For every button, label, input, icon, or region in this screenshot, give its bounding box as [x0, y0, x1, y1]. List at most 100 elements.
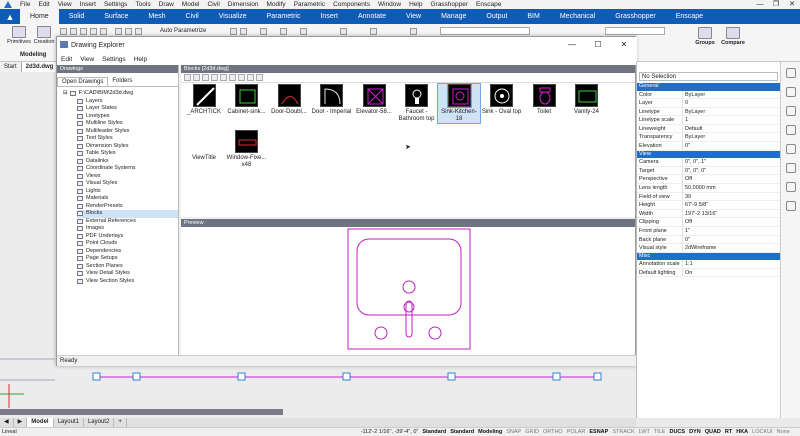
tree-item[interactable]: Views [77, 173, 178, 181]
menu-view[interactable]: View [54, 0, 76, 9]
block-thumbnail[interactable]: Faucet - Bathroom top [396, 84, 438, 123]
property-value[interactable]: 197'-2 13/16" [683, 210, 717, 218]
nav-next-icon[interactable]: ▶ [14, 418, 28, 427]
menu-civil[interactable]: Civil [204, 0, 224, 9]
details-icon[interactable] [256, 74, 263, 81]
menu-dimension[interactable]: Dimension [224, 0, 263, 9]
status-toggle[interactable]: ESNAP [587, 429, 610, 435]
tab-layout2[interactable]: Layout2 [84, 418, 115, 427]
tree-item[interactable]: Blocks [77, 210, 178, 218]
close-icon[interactable]: ✕ [784, 0, 800, 9]
property-value[interactable]: Default [683, 125, 702, 133]
property-row[interactable]: Perspective Off [637, 175, 780, 184]
block-thumbnail[interactable]: _ARCHTICK [183, 84, 225, 116]
tree-item[interactable]: Multileader Styles [77, 128, 178, 136]
status-toggle[interactable]: LOCKUI [750, 429, 774, 435]
block-thumbnail[interactable]: Vanity-24 [566, 84, 608, 116]
tree-item[interactable]: Text Styles [77, 135, 178, 143]
ribbon-tool-icon[interactable] [230, 28, 237, 35]
nav-first-icon[interactable]: ◀ [0, 418, 14, 427]
menu-window[interactable]: Window [374, 0, 405, 9]
ribbon-tool-icon[interactable] [60, 28, 67, 35]
property-value[interactable]: 0", 0", 1" [683, 158, 706, 166]
property-row[interactable]: Clipping Off [637, 218, 780, 227]
property-row[interactable]: Transparency ByLayer [637, 133, 780, 143]
close-icon[interactable]: ✕ [611, 37, 637, 53]
block-thumbnail[interactable]: Cabinet-sink... [226, 84, 268, 116]
tab-annotate[interactable]: Annotate [348, 9, 396, 24]
property-row[interactable]: Default lighting On [637, 268, 780, 278]
menu-grasshopper[interactable]: Grasshopper [426, 0, 472, 9]
copy-icon[interactable] [202, 74, 209, 81]
property-row[interactable]: Field of view 39 [637, 192, 780, 202]
property-value[interactable]: ByLayer [683, 91, 705, 99]
property-value[interactable]: Off [683, 218, 692, 226]
tab-start[interactable]: Start [0, 62, 22, 72]
paste-icon[interactable] [211, 74, 218, 81]
menu-help[interactable]: Help [405, 0, 426, 9]
tree-item[interactable]: Page Setups [77, 255, 178, 263]
tab-mechanical[interactable]: Mechanical [550, 9, 605, 24]
tab-model[interactable]: Model [27, 418, 54, 427]
block-thumbnail[interactable]: Toilet [523, 84, 565, 116]
ribbon-tool-icon[interactable] [280, 28, 287, 35]
library-icon[interactable] [785, 106, 796, 116]
block-thumbnail[interactable]: Elevator-58... [353, 84, 395, 116]
status-toggle[interactable]: GRID [523, 429, 541, 435]
tree-item[interactable]: Datalinks [77, 158, 178, 166]
tab-grasshopper[interactable]: Grasshopper [605, 9, 665, 24]
status-toggle[interactable]: POLAR [565, 429, 588, 435]
explorer-menu-edit[interactable]: Edit [57, 56, 76, 63]
tab-civil[interactable]: Civil [176, 9, 209, 24]
primitives-button[interactable]: Primitives [7, 26, 31, 50]
color-dropdown[interactable] [605, 27, 665, 35]
property-row[interactable]: Width 197'-2 13/16" [637, 209, 780, 219]
property-value[interactable]: 0" [683, 142, 690, 150]
status-toggle[interactable]: Standard [420, 429, 448, 435]
property-value[interactable]: 39 [683, 193, 691, 201]
property-row[interactable]: Visual style 2dWireframe [637, 244, 780, 253]
menu-enscape[interactable]: Enscape [472, 0, 505, 9]
property-value[interactable]: On [683, 269, 692, 277]
property-value[interactable]: 0", 0", 0" [683, 167, 706, 175]
props-section-general[interactable]: General [637, 83, 780, 91]
menu-insert[interactable]: Insert [76, 0, 100, 9]
groups-button[interactable]: Groups [694, 27, 716, 51]
status-toggle[interactable]: LWT [637, 429, 652, 435]
menu-tools[interactable]: Tools [131, 0, 154, 9]
hierarchy-icon[interactable] [785, 182, 796, 192]
menu-draw[interactable]: Draw [155, 0, 178, 9]
status-toggle[interactable]: STRACK [610, 429, 636, 435]
property-row[interactable]: Linetype scale 1 [637, 116, 780, 125]
menu-parametric[interactable]: Parametric [290, 0, 329, 9]
refresh-icon[interactable] [229, 74, 236, 81]
property-value[interactable]: 1 [683, 116, 688, 124]
block-thumbnail[interactable]: ViewTitle [183, 130, 225, 162]
explorer-menu-help[interactable]: Help [130, 56, 151, 63]
property-row[interactable]: Height 67'-9 5/8" [637, 201, 780, 210]
explorer-menu-view[interactable]: View [76, 56, 98, 63]
tree-item[interactable]: External References [77, 218, 178, 226]
status-toggle[interactable]: Standard [448, 429, 476, 435]
ribbon-tool-icon[interactable] [125, 28, 132, 35]
property-row[interactable]: Linetype ByLayer [637, 107, 780, 117]
properties-icon[interactable] [785, 68, 796, 78]
compare-button[interactable]: Compare [721, 27, 745, 51]
tab-open-drawings[interactable]: Open Drawings [57, 77, 109, 86]
block-thumbnail[interactable]: Window-Fixe... x48 [226, 130, 268, 169]
menu-components[interactable]: Components [329, 0, 374, 9]
tree-item[interactable]: Table Styles [77, 150, 178, 158]
property-row[interactable]: Front plane 1" [637, 226, 780, 236]
tree-item[interactable]: Dependencies [77, 248, 178, 256]
tab-manage[interactable]: Manage [431, 9, 476, 24]
property-row[interactable]: Color ByLayer [637, 90, 780, 100]
tab-view[interactable]: View [396, 9, 431, 24]
tree-item[interactable]: Materials [77, 195, 178, 203]
tab-visualize[interactable]: Visualize [209, 9, 257, 24]
layer-dropdown[interactable] [440, 27, 530, 35]
ribbon-tool-icon[interactable] [340, 28, 347, 35]
auto-parametrize-button[interactable]: Auto Parametrize [160, 28, 206, 34]
restore-icon[interactable]: ❐ [768, 0, 784, 9]
status-toggle[interactable]: ORTHO [541, 429, 565, 435]
tab-output[interactable]: Output [476, 9, 517, 24]
